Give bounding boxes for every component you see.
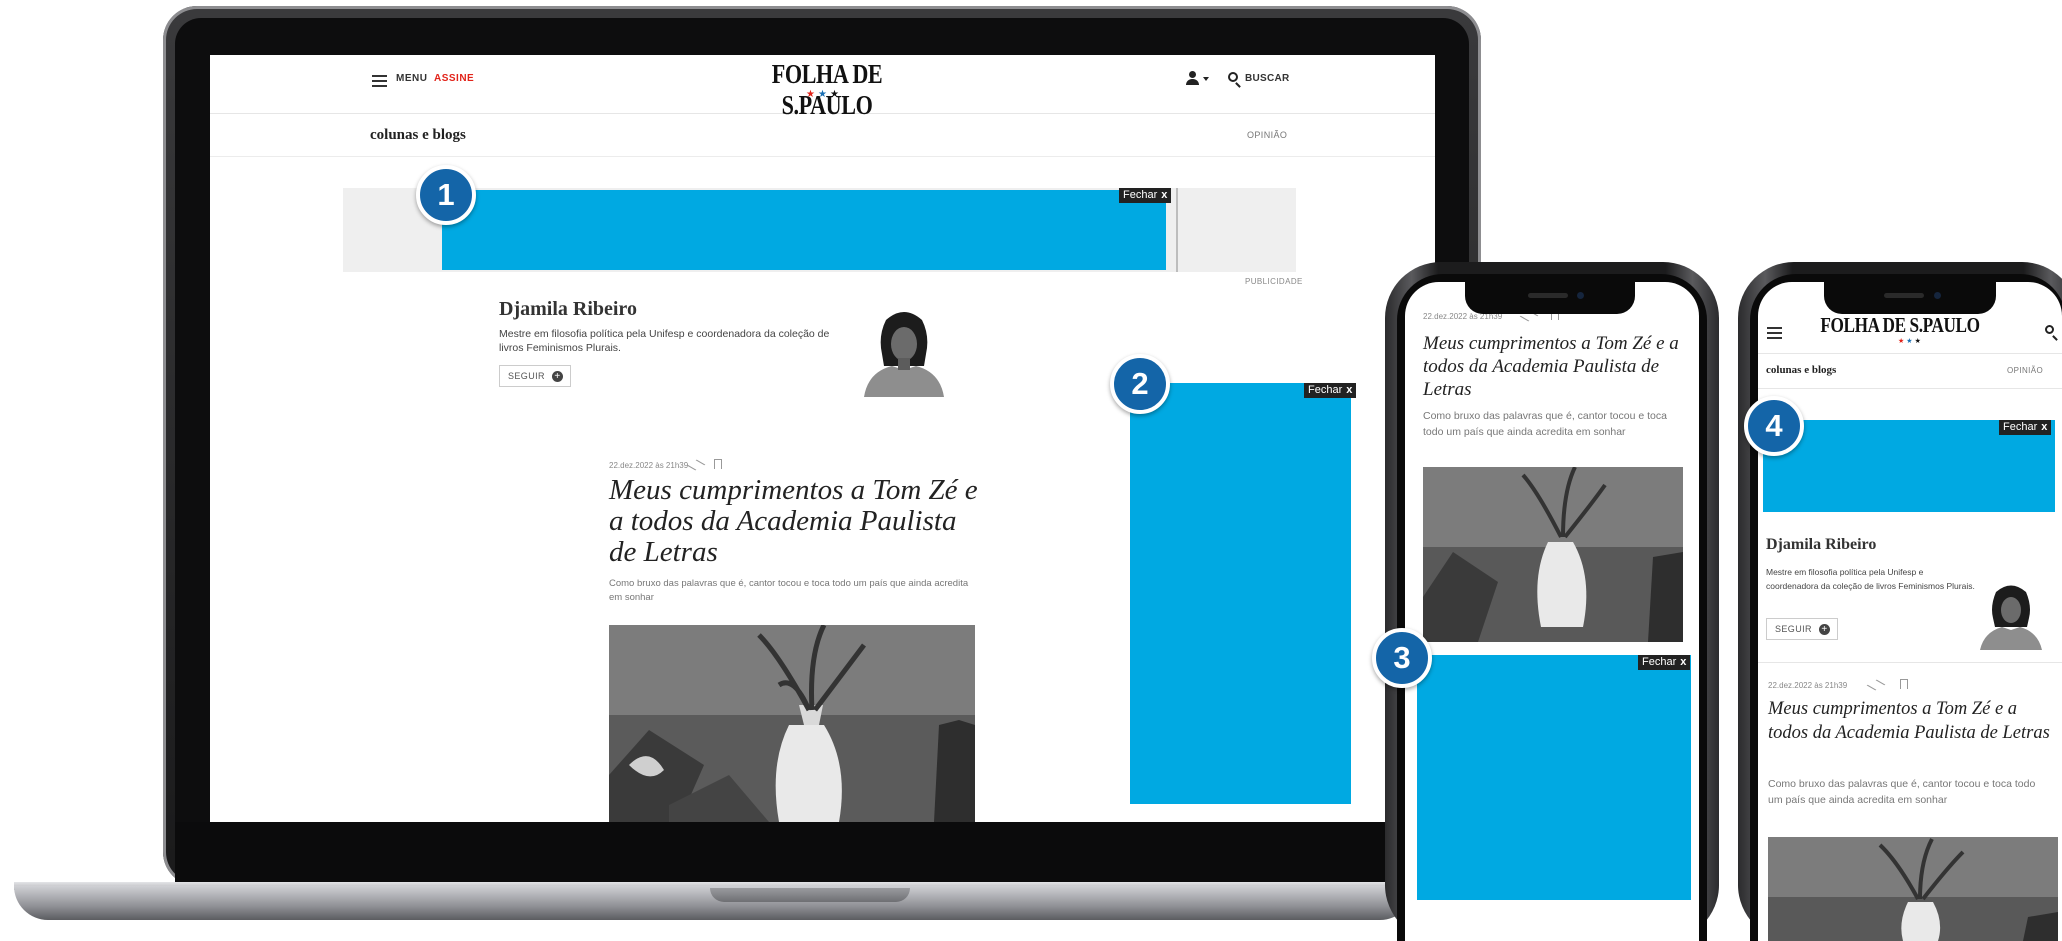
close-icon: x — [1680, 656, 1687, 668]
close-ad-button[interactable]: Fechar x — [1638, 655, 1691, 670]
close-ad-button[interactable]: Fechar x — [1304, 383, 1357, 398]
search-button[interactable]: BUSCAR — [1245, 73, 1290, 84]
user-icon[interactable] — [1185, 71, 1199, 87]
article-divider — [1758, 662, 2062, 663]
hamburger-menu-icon[interactable] — [372, 75, 387, 87]
section-category[interactable]: OPINIÃO — [1247, 130, 1287, 140]
hamburger-menu-icon[interactable] — [1767, 327, 1782, 339]
site-logo[interactable]: FOLHA DE S.PAULO — [1810, 313, 1990, 338]
section-title[interactable]: colunas e blogs — [1766, 364, 1836, 376]
sidebar-ad[interactable] — [1130, 383, 1351, 804]
inline-ad[interactable] — [1417, 655, 1691, 900]
article-date: 22.dez.2022 às 21h39 — [1768, 681, 1848, 690]
ad-marker-1: 1 — [416, 165, 476, 225]
article-dek: Como bruxo das palavras que é, cantor to… — [609, 578, 969, 603]
site-header: MENU ASSINE FOLHA DE S.PAULO ★★★ BUSCAR — [210, 55, 1435, 120]
article-dek: Como bruxo das palavras que é, cantor to… — [1768, 778, 2036, 806]
columnist-name[interactable]: Djamila Ribeiro — [499, 298, 637, 321]
phone-notch — [1824, 282, 1996, 314]
section-title[interactable]: colunas e blogs — [370, 127, 466, 144]
bookmark-icon[interactable] — [714, 459, 722, 469]
article-headline[interactable]: Meus cumprimentos a Tom Zé e a todos da … — [609, 475, 979, 568]
article-date: 22.dez.2022 às 21h39 — [609, 461, 689, 470]
close-icon: x — [2041, 421, 2048, 433]
header-divider — [1758, 353, 2062, 354]
chevron-down-icon[interactable] — [1203, 77, 1209, 81]
columnist-bio: Mestre em filosofia política pela Unifes… — [1766, 567, 1975, 591]
desktop-page: MENU ASSINE FOLHA DE S.PAULO ★★★ BUSCAR … — [210, 55, 1435, 822]
follow-button[interactable]: SEGUIR + — [1766, 618, 1838, 640]
article-illustration — [1768, 837, 2058, 941]
columnist-bio: Mestre em filosofia política pela Unifes… — [499, 328, 830, 354]
front-camera — [1577, 292, 1584, 299]
speaker-grille — [1528, 293, 1568, 298]
ad-marker-4: 4 — [1744, 396, 1804, 456]
columnist-avatar — [864, 312, 944, 397]
search-icon[interactable] — [2045, 325, 2054, 334]
close-ad-button[interactable]: Fechar x — [1119, 188, 1172, 203]
top-banner-ad[interactable] — [442, 190, 1166, 270]
plus-icon: + — [552, 371, 563, 382]
search-icon[interactable] — [1228, 72, 1238, 82]
logo-stars: ★★★ — [1898, 338, 1923, 345]
front-camera — [1934, 292, 1941, 299]
section-bar: colunas e blogs OPINIÃO — [210, 115, 1435, 157]
section-category[interactable]: OPINIÃO — [2007, 366, 2043, 375]
device-mockup-stage: MENU ASSINE FOLHA DE S.PAULO ★★★ BUSCAR … — [0, 0, 2062, 941]
subscribe-link[interactable]: ASSINE — [434, 73, 474, 84]
article-headline[interactable]: Meus cumprimentos a Tom Zé e a todos da … — [1423, 332, 1693, 401]
speaker-grille — [1884, 293, 1924, 298]
share-icon[interactable] — [686, 459, 706, 471]
laptop-chin — [175, 822, 1469, 886]
article-dek: Como bruxo das palavras que é, cantor to… — [1423, 410, 1667, 438]
logo-stars: ★★★ — [806, 89, 842, 100]
article-illustration — [1423, 467, 1683, 642]
ad-marker-2: 2 — [1110, 354, 1170, 414]
article-illustration — [609, 625, 975, 822]
columnist-name[interactable]: Djamila Ribeiro — [1766, 536, 1876, 554]
columnist-avatar — [1980, 585, 2042, 650]
close-icon: x — [1346, 384, 1353, 396]
share-icon[interactable] — [1866, 679, 1886, 691]
close-icon: x — [1161, 189, 1168, 201]
menu-button[interactable]: MENU — [396, 73, 427, 84]
mobile-article-page: 22.dez.2022 às 21h39 Meus cumprimentos a… — [1405, 282, 1699, 941]
ad-label: PUBLICIDADE — [1245, 277, 1303, 286]
follow-button[interactable]: SEGUIR + — [499, 365, 571, 387]
section-divider — [1758, 388, 2062, 389]
ad-divider — [1176, 188, 1178, 272]
bookmark-icon[interactable] — [1900, 679, 1908, 689]
close-ad-button[interactable]: Fechar x — [1999, 420, 2052, 435]
ad-marker-3: 3 — [1372, 628, 1432, 688]
article-headline[interactable]: Meus cumprimentos a Tom Zé e a todos da … — [1768, 697, 2052, 745]
mobile-home-page: FOLHA DE S.PAULO ★★★ colunas e blogs OPI… — [1758, 282, 2062, 941]
laptop-opening-notch — [710, 888, 910, 902]
plus-icon: + — [1819, 624, 1830, 635]
phone-notch — [1465, 282, 1635, 314]
